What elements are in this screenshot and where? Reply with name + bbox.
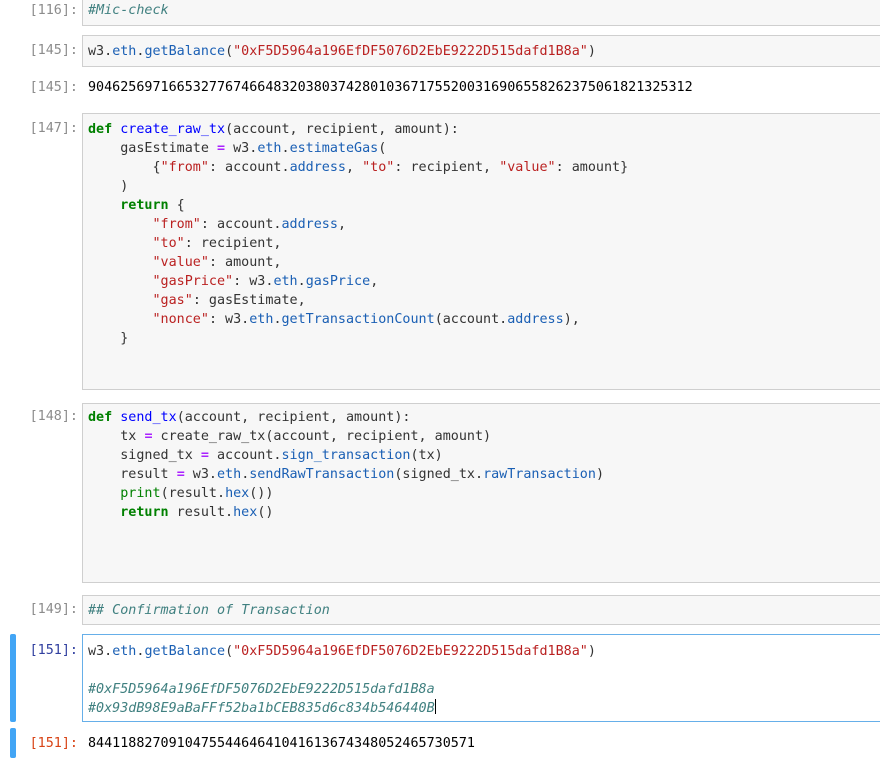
cell-116[interactable]: [116]: #Mic-check bbox=[0, 0, 880, 26]
code-line: def send_tx(account, recipient, amount): bbox=[88, 410, 411, 425]
output-prompt: [151]: bbox=[29, 736, 78, 751]
code-input-area[interactable]: ## Confirmation of Transaction bbox=[82, 595, 880, 625]
output-151: [151]: 844118827091047554464641041613674… bbox=[0, 734, 880, 754]
code-line: "gas": gasEstimate, bbox=[152, 293, 306, 308]
code-line: signed_tx = account.sign_transaction(tx) bbox=[88, 448, 443, 463]
code-line: return result.hex() bbox=[120, 505, 274, 520]
code-line: gasEstimate = w3.eth.estimateGas( bbox=[88, 141, 387, 156]
output-prompt: [145]: bbox=[29, 80, 78, 95]
cell-prompt: [147]: bbox=[29, 121, 78, 136]
code-line: def create_raw_tx(account, recipient, am… bbox=[88, 122, 459, 137]
code-line: print(result.hex()) bbox=[120, 486, 274, 501]
code-input-area[interactable]: w3.eth.getBalance("0xF5D5964a196EfDF5076… bbox=[82, 35, 880, 67]
code-input-area[interactable]: #Mic-check bbox=[82, 0, 880, 26]
code-input-area[interactable]: def create_raw_tx(account, recipient, am… bbox=[82, 113, 880, 390]
code-line: "to": recipient, bbox=[152, 236, 282, 251]
code-block: def send_tx(account, recipient, amount):… bbox=[88, 408, 604, 522]
code-line: #Mic-check bbox=[88, 3, 169, 18]
code-line: } bbox=[88, 331, 129, 346]
code-line: ## Confirmation of Transaction bbox=[88, 603, 330, 618]
cell-prompt: [149]: bbox=[29, 602, 78, 617]
code-line: return { bbox=[120, 198, 185, 213]
text-cursor bbox=[434, 699, 436, 714]
output-text: 9046256971665327767466483203803742801036… bbox=[88, 80, 693, 95]
code-input-area[interactable]: w3.eth.getBalance("0xF5D5964a196EfDF5076… bbox=[82, 634, 880, 722]
cell-145[interactable]: [145]: w3.eth.getBalance("0xF5D5964a196E… bbox=[0, 35, 880, 67]
code-line: #0xF5D5964a196EfDF5076D2EbE9222D515dafd1… bbox=[88, 682, 435, 697]
code-block: w3.eth.getBalance("0xF5D5964a196EfDF5076… bbox=[88, 642, 596, 718]
code-block: def create_raw_tx(account, recipient, am… bbox=[88, 120, 628, 348]
code-input-area[interactable]: def send_tx(account, recipient, amount):… bbox=[82, 403, 880, 583]
output-145: [145]: 904625697166532776746648320380374… bbox=[0, 78, 880, 98]
cell-prompt: [151]: bbox=[29, 643, 78, 658]
code-line: ) bbox=[88, 179, 129, 194]
cell-147[interactable]: [147]: def create_raw_tx(account, recipi… bbox=[0, 113, 880, 390]
output-text: 8441188270910475544646410416136743480524… bbox=[88, 736, 475, 751]
code-line: tx = create_raw_tx(account, recipient, a… bbox=[88, 429, 492, 444]
code-line: {"from": account.address, "to": recipien… bbox=[88, 160, 629, 175]
cell-151[interactable]: [151]: w3.eth.getBalance("0xF5D5964a196E… bbox=[0, 634, 880, 722]
code-line: "nonce": w3.eth.getTransactionCount(acco… bbox=[152, 312, 580, 327]
cell-149[interactable]: [149]: ## Confirmation of Transaction bbox=[0, 595, 880, 625]
cell-prompt: [116]: bbox=[29, 3, 78, 18]
code-line: #0x93dB98E9aBaFFf52ba1bCEB835d6c834b5464… bbox=[88, 701, 435, 716]
code-line: w3.eth.getBalance("0xF5D5964a196EfDF5076… bbox=[88, 44, 596, 59]
cell-148[interactable]: [148]: def send_tx(account, recipient, a… bbox=[0, 403, 880, 583]
code-line: "from": account.address, bbox=[152, 217, 347, 232]
code-line: "value": amount, bbox=[152, 255, 282, 270]
code-line: "gasPrice": w3.eth.gasPrice, bbox=[152, 274, 379, 289]
code-line: w3.eth.getBalance("0xF5D5964a196EfDF5076… bbox=[88, 644, 596, 659]
cell-prompt: [145]: bbox=[29, 43, 78, 58]
code-line: result = w3.eth.sendRawTransaction(signe… bbox=[88, 467, 604, 482]
cell-prompt: [148]: bbox=[29, 409, 78, 424]
